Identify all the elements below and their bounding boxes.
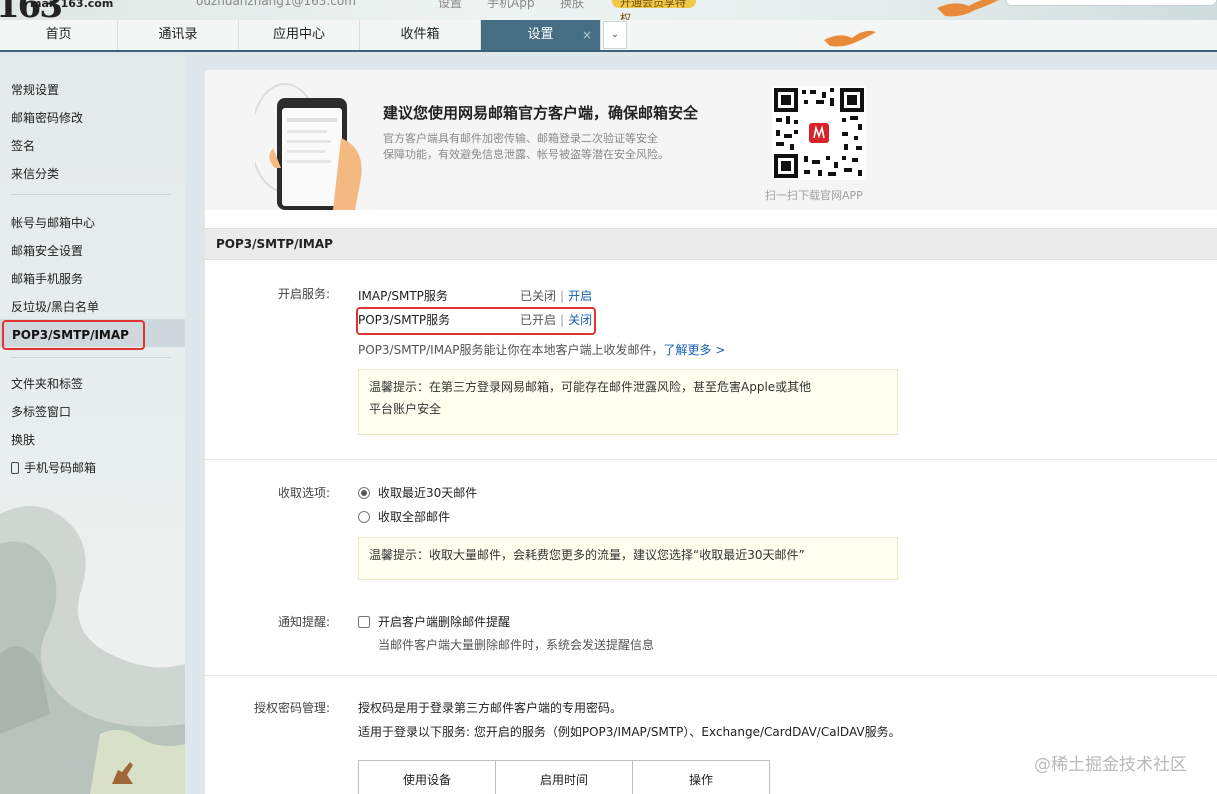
security-tip-box: 温馨提示：在第三方登录网易邮箱，可能存在邮件泄露风险，甚至危害Apple或其他 … (358, 369, 898, 435)
qr-caption: 扫一扫下载官网APP (765, 189, 863, 202)
auth-password-label: 授权密码管理: (253, 701, 330, 715)
traffic-tip-box: 温馨提示：收取大量邮件，会耗费您更多的流量，建议您选择“收取最近30天邮件” (358, 537, 898, 580)
tab-contacts[interactable]: 通讯录 (118, 20, 239, 50)
service-note: POP3/SMTP/IMAP服务能让你在本地客户端上收发邮件，了解更多 > (358, 343, 726, 357)
separator: | (560, 289, 565, 303)
settings-sidebar: 常规设置 邮箱密码修改 签名 来信分类 帐号与邮箱中心 邮箱安全设置 邮箱手机服… (0, 54, 185, 794)
settings-main-panel: 建议您使用网易邮箱官方客户端，确保邮箱安全 官方客户端具有邮件加密传输、邮箱登录… (205, 70, 1217, 794)
table-header-action: 操作 (688, 773, 713, 787)
pop3-status: 已开启 (520, 313, 557, 327)
qr-code-icon[interactable] (772, 86, 866, 180)
auth-line-1: 授权码是用于登录第三方邮件客户端的专用密码。 (358, 701, 623, 715)
main-tabs: 首页 通讯录 应用中心 收件箱 设置 × ⌄ (0, 20, 1217, 52)
bird-decoration-icon (824, 30, 876, 47)
promo-title: 建议您使用网易邮箱官方客户端，确保邮箱安全 (383, 104, 699, 122)
sidebar-item-mail-filter[interactable]: 来信分类 (11, 165, 59, 182)
radio-unselected-icon[interactable] (358, 511, 370, 523)
tree-landscape-decoration (0, 506, 185, 794)
top-link-app[interactable]: 手机App (487, 0, 534, 11)
services-label: 开启服务: (277, 287, 330, 301)
close-tab-icon[interactable]: × (582, 20, 592, 50)
delete-alert-checkbox-row[interactable]: 开启客户端删除邮件提醒 (358, 613, 510, 630)
logo-site: mail.163.com (30, 0, 114, 10)
sidebar-divider (11, 357, 171, 358)
client-promo-banner: 建议您使用网易邮箱官方客户端，确保邮箱安全 官方客户端具有邮件加密传输、邮箱登录… (205, 70, 1217, 210)
sidebar-item-folders[interactable]: 文件夹和标签 (11, 375, 83, 392)
top-banner: 163 mail.163.com ouzhuanzhang1@163.com 设… (0, 0, 1217, 20)
receive-option-30days[interactable]: 收取最近30天邮件 (358, 484, 477, 501)
sidebar-item-signature[interactable]: 签名 (11, 137, 35, 154)
section-divider (205, 459, 1217, 460)
account-name[interactable]: ouzhuanzhang1@163.com (196, 0, 356, 8)
section-title: POP3/SMTP/IMAP (205, 228, 1217, 260)
section-divider (205, 675, 1217, 676)
promo-description: 官方客户端具有邮件加密传输、邮箱登录二次验证等安全 保障功能，有效避免信息泄露、… (383, 132, 669, 161)
imap-service-row: 已关闭 | 开启 (520, 287, 592, 304)
sidebar-item-general[interactable]: 常规设置 (11, 81, 59, 98)
tab-home[interactable]: 首页 (0, 20, 118, 50)
pop3-service-row: 已开启 | 关闭 (520, 311, 592, 328)
top-link-settings[interactable]: 设置 (438, 0, 462, 11)
receive-option-all[interactable]: 收取全部邮件 (358, 508, 450, 525)
sidebar-item-spam[interactable]: 反垃圾/黑白名单 (11, 298, 99, 315)
table-header-device: 使用设备 (359, 761, 496, 794)
learn-more-link[interactable]: 了解更多 > (664, 343, 726, 357)
separator: | (560, 313, 565, 327)
sidebar-item-multi-tab[interactable]: 多标签窗口 (11, 403, 71, 420)
sidebar-item-skin[interactable]: 换肤 (11, 431, 35, 448)
pop3-service-name: POP3/SMTP服务 (358, 313, 451, 327)
sidebar-item-pop3-smtp-imap[interactable]: POP3/SMTP/IMAP (2, 320, 145, 350)
device-table-header: 使用设备 启用时间 操作 (358, 760, 770, 794)
imap-enable-link[interactable]: 开启 (568, 289, 592, 303)
pop3-disable-link[interactable]: 关闭 (568, 313, 592, 327)
radio-selected-icon[interactable] (358, 487, 370, 499)
table-header-enabled-time: 启用时间 (496, 761, 633, 794)
sidebar-divider (11, 194, 171, 195)
tab-app-center[interactable]: 应用中心 (239, 20, 360, 50)
vip-badge[interactable]: 开通会员享特权 (612, 0, 696, 20)
watermark: @稀土掘金技术社区 (1034, 755, 1187, 775)
imap-status: 已关闭 (520, 289, 557, 303)
sidebar-item-account-center[interactable]: 帐号与邮箱中心 (11, 214, 95, 231)
bird-decoration-icon (937, 0, 999, 17)
sidebar-item-mobile-service[interactable]: 邮箱手机服务 (11, 270, 83, 287)
sidebar-item-security[interactable]: 邮箱安全设置 (11, 242, 83, 259)
search-input[interactable] (1005, 0, 1217, 6)
phone-illustration-icon (255, 83, 362, 210)
sidebar-item-password[interactable]: 邮箱密码修改 (11, 109, 83, 126)
tab-inbox[interactable]: 收件箱 (360, 20, 481, 50)
auth-line-2: 适用于登录以下服务: 您开启的服务（例如POP3/IMAP/SMTP）、Exch… (358, 725, 901, 739)
notify-label: 通知提醒: (277, 615, 330, 629)
top-link-skin[interactable]: 换肤 (560, 0, 584, 11)
receive-options-label: 收取选项: (277, 486, 330, 500)
notify-description: 当邮件客户端大量删除邮件时，系统会发送提醒信息 (378, 638, 655, 652)
tab-more-dropdown[interactable]: ⌄ (603, 21, 627, 49)
checkbox-icon[interactable] (358, 616, 370, 628)
tab-settings[interactable]: 设置 × (481, 20, 601, 50)
imap-service-name: IMAP/SMTP服务 (358, 289, 448, 303)
